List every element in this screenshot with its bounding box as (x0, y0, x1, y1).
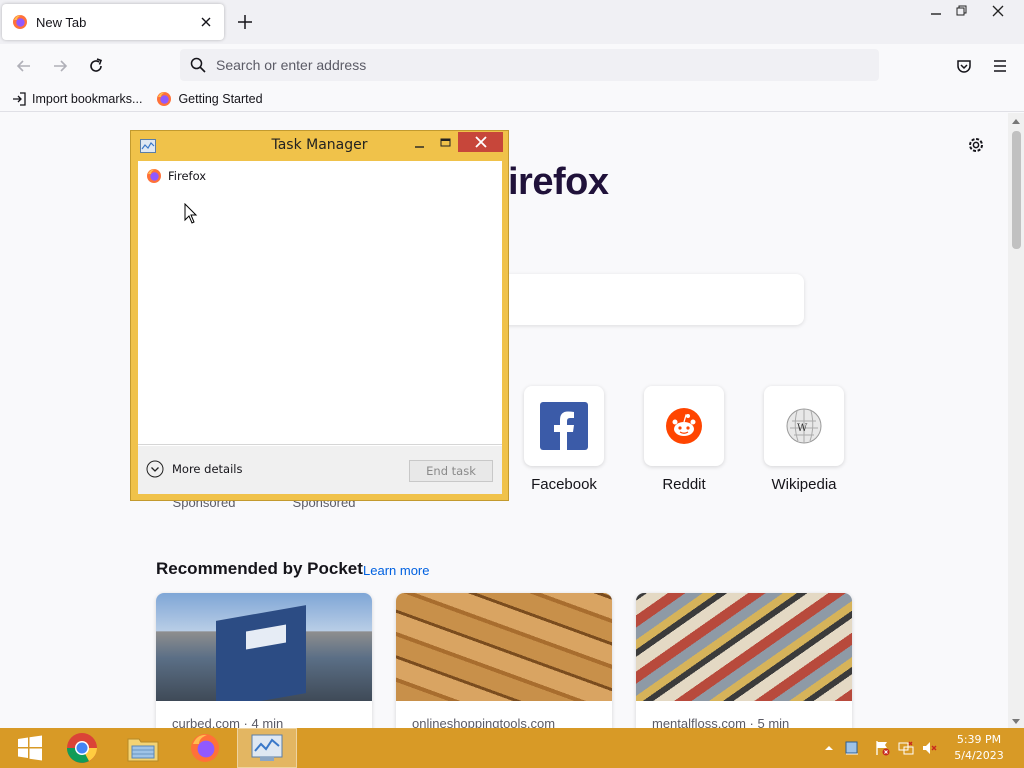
svg-text:W: W (797, 423, 808, 434)
folder-icon (127, 738, 159, 762)
close-tab-icon[interactable] (198, 14, 214, 30)
top-site-facebook[interactable]: Facebook (524, 386, 604, 493)
menu-button[interactable] (987, 53, 1013, 79)
pocket-icon (957, 60, 971, 73)
card-image (156, 593, 372, 701)
site-label: Facebook (531, 476, 597, 493)
end-task-button[interactable]: End task (409, 460, 493, 482)
chrome-icon (66, 733, 97, 763)
site-tile: W (764, 386, 844, 466)
pocket-card[interactable]: onlineshoppingtools.com (396, 593, 612, 728)
reload-button[interactable] (83, 53, 109, 79)
site-tile (644, 386, 724, 466)
process-row-firefox[interactable]: Firefox (146, 168, 206, 184)
gear-icon[interactable] (966, 135, 986, 155)
forward-arrow-icon (54, 60, 68, 72)
volume-muted-icon[interactable] (922, 740, 938, 756)
card-source: mentalfloss.com · 5 min (652, 716, 790, 728)
card-image (396, 593, 612, 701)
tab-title: New Tab (36, 14, 87, 30)
site-tile (524, 386, 604, 466)
display-icon[interactable] (844, 740, 860, 756)
clock-time: 5:39 PM (956, 733, 1002, 746)
scroll-down-arrow-icon[interactable] (1012, 719, 1020, 724)
taskbar-task-manager[interactable] (237, 728, 297, 768)
bookmark-import[interactable]: Import bookmarks... (12, 92, 142, 106)
back-arrow-icon (16, 60, 30, 72)
card-source: curbed.com · 4 min (172, 716, 284, 728)
task-manager-icon (251, 734, 283, 761)
chevron-down-circle-icon (146, 460, 164, 478)
tab-new-tab[interactable]: New Tab (2, 4, 224, 40)
maximize-icon (440, 138, 451, 147)
card-source: onlineshoppingtools.com (412, 716, 556, 728)
navigation-bar: Search or enter address (0, 44, 1024, 86)
more-details-label: More details (172, 462, 243, 476)
top-site-wikipedia[interactable]: W Wikipedia (764, 386, 844, 493)
process-name: Firefox (168, 169, 207, 183)
task-manager-window: Task Manager Firefox More details End ta (130, 130, 509, 501)
new-tab-search-box[interactable] (500, 274, 804, 325)
system-clock[interactable]: 5:39 PM 5/4/2023 (944, 732, 1014, 764)
windows-logo-icon (18, 735, 42, 761)
pocket-card[interactable]: mentalfloss.com · 5 min (636, 593, 852, 728)
action-center-flag-icon[interactable] (874, 740, 890, 756)
bookmark-label: Getting Started (178, 91, 263, 106)
bookmark-label: Import bookmarks... (32, 91, 143, 106)
tm-minimize-button[interactable] (407, 133, 433, 153)
bookmarks-toolbar: Import bookmarks... Getting Started (0, 86, 1024, 112)
scroll-up-arrow-icon[interactable] (1012, 119, 1020, 124)
tab-bar: New Tab (0, 0, 1024, 44)
windows-taskbar: 5:39 PM 5/4/2023 (0, 728, 1024, 768)
scrollbar-thumb[interactable] (1012, 131, 1021, 249)
mouse-cursor-icon (184, 203, 198, 224)
page-scrollbar[interactable] (1008, 113, 1024, 728)
wikipedia-icon: W (786, 408, 822, 444)
forward-button[interactable] (47, 53, 73, 79)
site-label: Reddit (662, 476, 706, 493)
pocket-heading: Recommended by Pocket (156, 559, 363, 578)
reload-icon (90, 58, 103, 72)
card-image (636, 593, 852, 701)
firefox-icon (157, 91, 172, 106)
firefox-icon (191, 734, 219, 762)
hamburger-menu-icon (994, 60, 1006, 72)
bookmark-getting-started[interactable]: Getting Started (156, 91, 263, 107)
new-tab-plus-icon[interactable] (234, 11, 256, 33)
more-details-button[interactable]: More details (146, 460, 242, 478)
close-icon (474, 136, 487, 148)
search-icon (190, 57, 206, 73)
chevron-up-icon[interactable] (821, 740, 837, 756)
reddit-icon (666, 408, 702, 444)
firefox-icon (147, 169, 161, 183)
address-bar-placeholder: Search or enter address (216, 57, 367, 73)
card-image-building (216, 605, 306, 701)
start-button[interactable] (0, 728, 60, 768)
back-button[interactable] (11, 53, 37, 79)
pocket-card[interactable]: curbed.com · 4 min (156, 593, 372, 728)
task-manager-footer: More details End task (138, 446, 502, 494)
taskbar-firefox[interactable] (175, 728, 235, 768)
tm-maximize-button[interactable] (433, 133, 459, 153)
firefox-icon (13, 15, 27, 29)
firefox-wordmark: irefox (508, 161, 609, 203)
site-label: Wikipedia (771, 476, 837, 493)
facebook-icon (540, 402, 588, 450)
address-bar[interactable]: Search or enter address (180, 49, 879, 81)
window-close-button[interactable] (976, 0, 1020, 22)
network-icon[interactable] (898, 740, 914, 756)
import-icon (13, 91, 26, 106)
pocket-learn-more-link[interactable]: Learn more (363, 563, 429, 578)
restore-icon (956, 5, 967, 16)
clock-date: 5/4/2023 (954, 749, 1004, 762)
taskbar-chrome[interactable] (52, 728, 112, 768)
tm-close-button[interactable] (458, 132, 503, 152)
taskbar-file-explorer[interactable] (113, 728, 173, 768)
top-site-reddit[interactable]: Reddit (644, 386, 724, 493)
minimize-icon (415, 146, 424, 148)
task-manager-titlebar[interactable]: Task Manager (131, 131, 508, 161)
close-icon (992, 5, 1004, 17)
pocket-button[interactable] (951, 53, 977, 79)
